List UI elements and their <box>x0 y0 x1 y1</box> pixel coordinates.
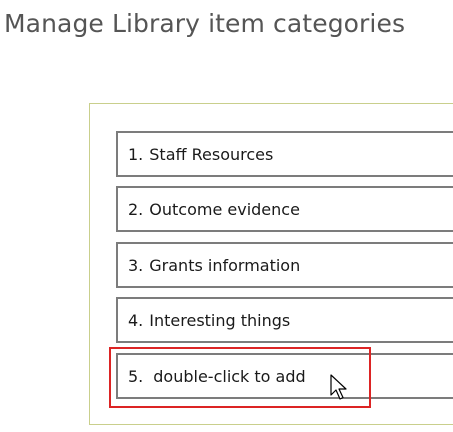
add-category-item[interactable]: 5. double-click to add <box>116 353 453 399</box>
category-item-label: Outcome evidence <box>149 199 300 219</box>
category-item-label: Staff Resources <box>149 144 274 164</box>
category-item-staff-resources[interactable]: 1. Staff Resources <box>116 131 453 177</box>
category-item-number: 4. <box>128 310 144 330</box>
category-item-grants-information[interactable]: 3. Grants information <box>116 242 453 288</box>
category-item-number: 2. <box>128 199 144 219</box>
page: Manage Library item categories 1. Staff … <box>0 0 453 432</box>
category-item-interesting-things[interactable]: 4. Interesting things <box>116 297 453 343</box>
category-item-number: 1. <box>128 144 144 164</box>
category-item-number: 3. <box>128 255 144 275</box>
add-category-label: double-click to add <box>153 366 306 386</box>
category-item-label: Interesting things <box>149 310 291 330</box>
category-item-outcome-evidence[interactable]: 2. Outcome evidence <box>116 186 453 232</box>
page-title: Manage Library item categories <box>4 9 406 38</box>
category-item-label: Grants information <box>149 255 301 275</box>
add-category-number: 5. <box>128 366 144 386</box>
